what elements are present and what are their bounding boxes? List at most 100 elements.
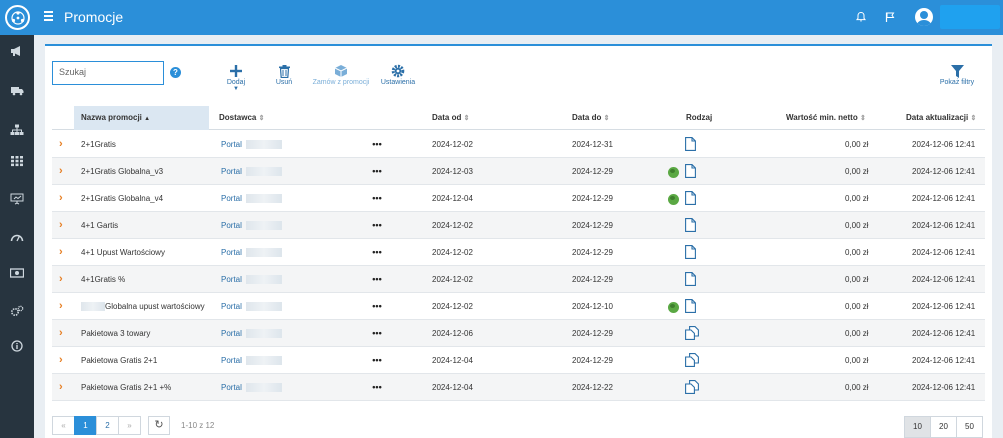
expand-chevron-icon[interactable]: › [59,374,63,401]
promotion-name[interactable]: 2+1Gratis Globalna_v4 [81,185,163,212]
document-icon [685,245,696,261]
table-row[interactable]: › 4+1 Upust Wartościowy Portal ••• 2024-12-0… [52,239,985,266]
gauge-icon[interactable] [10,231,24,243]
grid-icon[interactable] [10,155,24,167]
more-options-button[interactable]: ••• [368,347,386,374]
column-updated-header[interactable]: Data aktualizacji ⇕ [906,106,976,130]
hierarchy-icon[interactable] [10,124,24,136]
promotion-name[interactable]: Pakietowa 3 towary [81,320,150,347]
page-2-button[interactable]: 2 [96,416,119,435]
supplier-link[interactable]: Portal [221,158,282,185]
info-icon[interactable] [10,340,24,352]
promotion-name[interactable]: 4+1 Upust Wartościowy [81,239,165,266]
table-row[interactable]: › Pakietowa Gratis 2+1 +% Portal ••• 2024-12… [52,374,985,401]
date-from: 2024-12-02 [432,302,473,311]
first-page-button[interactable]: « [52,416,75,435]
megaphone-icon[interactable] [10,45,24,57]
refresh-icon[interactable]: ↻ [148,416,170,435]
table-row[interactable]: › Pakietowa Gratis 2+1 Portal ••• 2024-12-04… [52,347,985,374]
supplier-link[interactable]: Portal [221,347,282,374]
table-row[interactable]: › 4+1Gratis % Portal ••• 2024-12-02 2024-12-2… [52,266,985,293]
more-options-button[interactable]: ••• [368,374,386,401]
supplier-link[interactable]: Portal [221,293,282,320]
expand-chevron-icon[interactable]: › [59,347,63,374]
user-menu-button[interactable] [940,5,1000,29]
bell-icon[interactable] [855,11,867,23]
expand-chevron-icon[interactable]: › [59,266,63,293]
more-options-button[interactable]: ••• [368,239,386,266]
supplier-link[interactable]: Portal [221,266,282,293]
more-options-button[interactable]: ••• [368,320,386,347]
redacted-text [245,329,282,339]
expand-chevron-icon[interactable]: › [59,212,63,239]
next-page-button[interactable]: » [118,416,141,435]
expand-chevron-icon[interactable]: › [59,320,63,347]
more-options-button[interactable]: ••• [368,266,386,293]
column-date-to-header[interactable]: Data do ⇕ [572,106,609,130]
kind-cell [668,347,718,374]
kind-cell [668,293,718,320]
settings-button[interactable]: Ustawienia [380,63,416,86]
help-icon[interactable]: ? [170,67,181,78]
promotion-name[interactable]: 2+1Gratis Globalna_v3 [81,158,163,185]
document-icon [685,164,696,180]
document-icon [685,299,696,315]
expand-chevron-icon[interactable]: › [59,239,63,266]
delete-label: Usuń [275,79,293,86]
table-row[interactable]: › 2+1Gratis Globalna_v4 Portal ••• 2024-12-0… [52,185,985,212]
more-options-button[interactable]: ••• [368,293,386,320]
flag-icon[interactable] [884,11,896,23]
promotion-name[interactable]: Globalna upust wartościowy [81,293,205,320]
page-size-10-button[interactable]: 10 [904,416,931,438]
more-options-button[interactable]: ••• [368,212,386,239]
table-row[interactable]: › 4+1 Gartis Portal ••• 2024-12-02 2024-12-29… [52,212,985,239]
column-name-header[interactable]: Nazwa promocji ▲ [74,106,209,130]
user-avatar-icon[interactable] [915,8,933,26]
more-options-button[interactable]: ••• [368,131,386,158]
table-row[interactable]: › Pakietowa 3 towary Portal ••• 2024-12-06 20… [52,320,985,347]
supplier-link[interactable]: Portal [221,239,282,266]
show-filters-button[interactable]: Pokaż filtry [939,63,975,86]
expand-chevron-icon[interactable]: › [59,131,63,158]
column-date-from-header[interactable]: Data od ⇕ [432,106,469,130]
promotion-name[interactable]: 4+1 Gartis [81,212,118,239]
page-1-button[interactable]: 1 [74,416,97,435]
trash-icon [278,64,290,78]
supplier-link[interactable]: Portal [221,212,282,239]
promotion-name[interactable]: Pakietowa Gratis 2+1 [81,347,157,374]
truck-icon[interactable] [10,84,24,96]
promotion-name[interactable]: 2+1Gratis [81,131,116,158]
promotion-name[interactable]: Pakietowa Gratis 2+1 +% [81,374,171,401]
plus-icon [230,65,242,77]
expand-chevron-icon[interactable]: › [59,185,63,212]
money-icon[interactable] [10,267,24,279]
add-button[interactable]: Dodaj ▼ [223,63,249,93]
column-supplier-header[interactable]: Dostawca ⇕ [219,106,264,130]
search-input[interactable]: Szukaj [52,61,164,85]
date-to: 2024-12-29 [572,275,613,284]
gears-icon[interactable] [10,305,24,317]
supplier-link[interactable]: Portal [221,131,282,158]
expand-chevron-icon[interactable]: › [59,293,63,320]
table-row[interactable]: › 2+1Gratis Globalna_v3 Portal ••• 2024-12-0… [52,158,985,185]
table-row[interactable]: › 2+1Gratis Portal ••• 2024-12-02 2024-12-31 0… [52,131,985,158]
supplier-link[interactable]: Portal [221,374,282,401]
more-options-button[interactable]: ••• [368,158,386,185]
min-value: 0,00 zł [845,302,869,311]
page-size-20-button[interactable]: 20 [930,416,957,438]
order-from-promotion-button[interactable]: Zamów z promocji [311,63,371,86]
promotion-name[interactable]: 4+1Gratis % [81,266,125,293]
page-size-50-button[interactable]: 50 [956,416,983,438]
supplier-link[interactable]: Portal [221,185,282,212]
app-logo-icon[interactable] [5,5,30,30]
menu-icon[interactable] [44,11,53,21]
expand-chevron-icon[interactable]: › [59,158,63,185]
column-min-value-header[interactable]: Wartość min. netto ⇕ [786,106,866,130]
presentation-icon[interactable] [10,193,24,205]
date-to: 2024-12-29 [572,248,613,257]
more-options-button[interactable]: ••• [368,185,386,212]
supplier-link[interactable]: Portal [221,320,282,347]
delete-button[interactable]: Usuń [273,63,295,86]
table-row[interactable]: › Globalna upust wartościowy Portal ••• 2024… [52,293,985,320]
updated-date: 2024-12-06 12:41 [912,383,976,392]
